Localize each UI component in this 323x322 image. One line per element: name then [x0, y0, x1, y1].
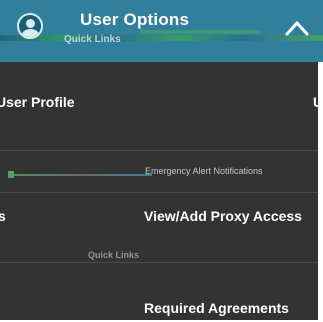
render-artifact-block [8, 171, 14, 178]
user-options-header[interactable]: User Options Quick Links [0, 0, 323, 62]
user-options-menu: User Profile U Emergency Alert Notificat… [0, 62, 318, 320]
header-ghost-text: Quick Links [64, 34, 121, 45]
user-avatar-icon [17, 13, 43, 39]
menu-divider [0, 150, 318, 151]
render-artifact-band [140, 30, 260, 34]
chevron-up-icon[interactable] [284, 18, 310, 38]
right-edge-strip [318, 62, 323, 320]
menu-ghost-text: Quick Links [88, 250, 140, 260]
user-options-frame: User Options Quick Links User Profile U … [0, 0, 323, 322]
menu-item-proxy-access[interactable]: View/Add Proxy Access [144, 208, 302, 224]
menu-item-emergency-alerts[interactable]: Emergency Alert Notifications [145, 166, 263, 176]
menu-divider [0, 192, 318, 193]
render-artifact-line [12, 174, 152, 176]
menu-item-user-profile[interactable]: User Profile [0, 94, 75, 110]
render-artifact-band [0, 35, 323, 41]
menu-item-required-agreements[interactable]: Required Agreements [144, 300, 289, 316]
avatar-head [26, 19, 35, 28]
header-title: User Options [80, 10, 190, 29]
menu-item-truncated-left[interactable]: s [0, 208, 6, 224]
menu-divider [0, 262, 318, 263]
